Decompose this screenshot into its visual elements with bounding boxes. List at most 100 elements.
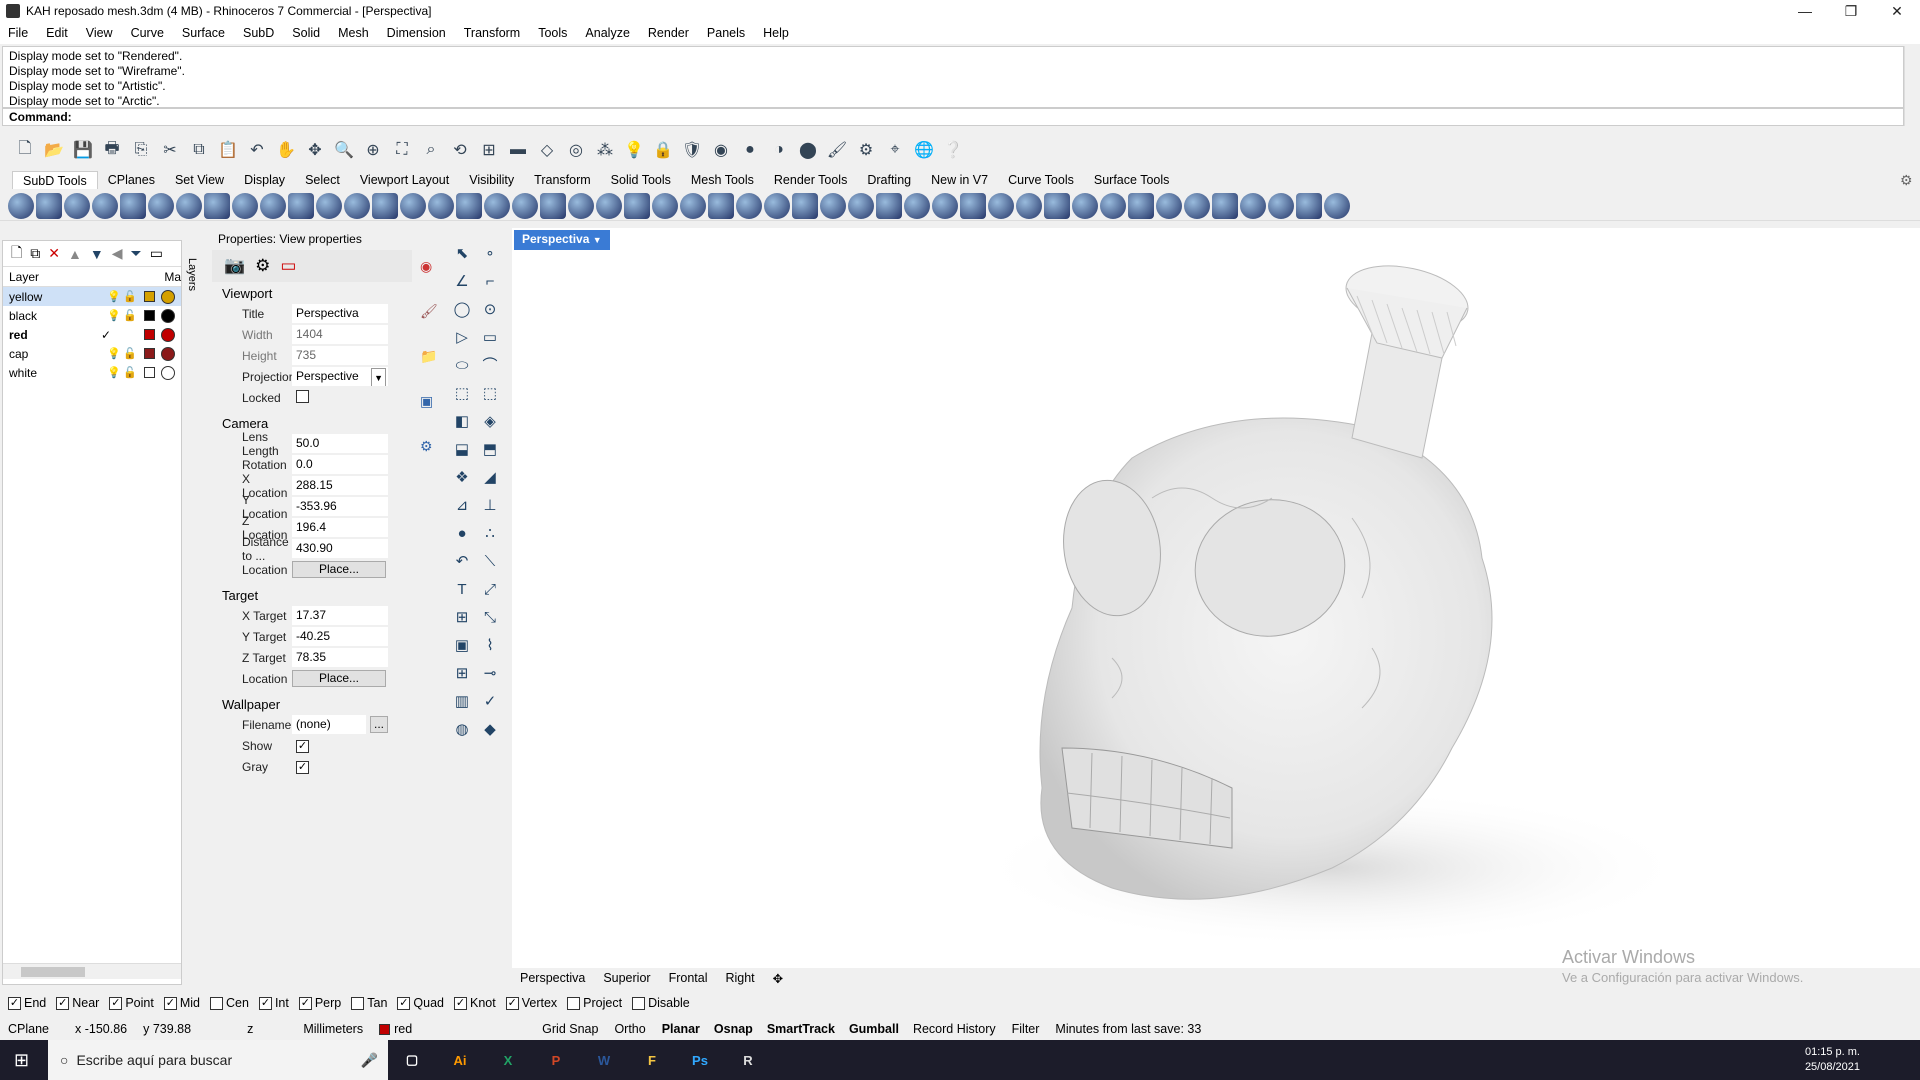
undo-view-icon[interactable]: ⟲ xyxy=(447,137,473,163)
osnap-option[interactable]: Disable xyxy=(632,996,690,1010)
units-label[interactable]: Millimeters xyxy=(303,1022,363,1036)
tool-icon[interactable]: ◈ xyxy=(478,410,502,434)
tool-icon[interactable]: ⤡ xyxy=(478,606,502,630)
toolbar-tab[interactable]: Solid Tools xyxy=(601,171,681,189)
menu-item[interactable]: Solid xyxy=(292,26,320,40)
subd-tool-icon[interactable] xyxy=(120,192,146,219)
osnap-option[interactable]: ✓ Near xyxy=(56,996,99,1010)
open-file-icon[interactable]: 📂 xyxy=(41,137,67,163)
taskbar-app-icon[interactable]: R xyxy=(724,1040,772,1080)
osnap-checkbox[interactable] xyxy=(351,996,365,1010)
subd-tool-icon[interactable] xyxy=(428,192,454,219)
osnap-checkbox[interactable] xyxy=(567,996,581,1010)
subd-tool-icon[interactable] xyxy=(64,192,90,219)
tool-icon[interactable]: ◧ xyxy=(450,410,474,434)
material-icon[interactable]: 🛡 xyxy=(679,137,705,163)
layer-material-swatch[interactable] xyxy=(161,327,175,342)
subd-tool-icon[interactable] xyxy=(708,192,734,219)
tool-icon[interactable]: ⤢ xyxy=(478,578,502,602)
tool-icon[interactable]: ✓ xyxy=(478,690,502,714)
subd-tool-icon[interactable] xyxy=(344,192,370,219)
lens-field[interactable]: 50.0 xyxy=(292,434,388,453)
subd-tool-icon[interactable] xyxy=(736,192,762,219)
osnap-checkbox[interactable]: ✓ xyxy=(298,996,312,1010)
subd-tool-icon[interactable] xyxy=(932,192,958,219)
tool-icon[interactable]: ⊞ xyxy=(450,662,474,686)
subd-tool-icon[interactable] xyxy=(1044,192,1070,219)
cplane-label[interactable]: CPlane xyxy=(8,1022,49,1036)
subd-tool-icon[interactable] xyxy=(92,192,118,219)
restore-button[interactable]: ❐ xyxy=(1828,3,1874,20)
rotation-field[interactable]: 0.0 xyxy=(292,455,388,474)
taskbar-app-icon[interactable]: Ps xyxy=(676,1040,724,1080)
toolbar-tab[interactable]: Set View xyxy=(165,171,234,189)
settings-gear-icon[interactable]: ⚙ xyxy=(1900,172,1913,189)
visibility-bulb-icon[interactable]: 💡 xyxy=(107,290,121,303)
viewport-props-icon[interactable]: ▭ xyxy=(280,256,296,276)
subd-tool-icon[interactable] xyxy=(1324,192,1350,219)
menu-item[interactable]: Analyze xyxy=(585,26,629,40)
tool-icon[interactable]: ❖ xyxy=(450,466,474,490)
layers-hscrollbar[interactable] xyxy=(3,963,181,979)
toolbar-tab[interactable]: New in V7 xyxy=(921,171,998,189)
tool-icon[interactable]: ◢ xyxy=(478,466,502,490)
taskbar-app-icon[interactable]: Ai xyxy=(436,1040,484,1080)
subd-tool-icon[interactable] xyxy=(36,192,62,219)
zoom-selected-icon[interactable]: ⌕ xyxy=(418,137,444,163)
camera-icon[interactable]: 📷 xyxy=(224,256,245,276)
toolbar-tab[interactable]: Drafting xyxy=(857,171,921,189)
toolbar-tab[interactable]: Render Tools xyxy=(764,171,857,189)
chevron-down-icon[interactable]: ▼ xyxy=(371,368,386,386)
osnap-checkbox[interactable]: ✓ xyxy=(258,996,272,1010)
lock-icon[interactable]: 🔓 xyxy=(123,366,137,379)
light-icon[interactable]: 💡 xyxy=(621,137,647,163)
subd-tool-icon[interactable] xyxy=(792,192,818,219)
menu-item[interactable]: Panels xyxy=(707,26,745,40)
visibility-bulb-icon[interactable]: 💡 xyxy=(107,347,121,360)
help-icon[interactable]: ❔ xyxy=(940,137,966,163)
lock-icon[interactable]: 🔒 xyxy=(650,137,676,163)
filter-toggle[interactable]: Filter xyxy=(1012,1022,1040,1036)
osnap-checkbox[interactable]: ✓ xyxy=(454,996,467,1010)
add-viewport-icon[interactable]: ✥ xyxy=(773,971,783,986)
system-clock[interactable]: 01:15 p. m. 25/08/2021 xyxy=(1805,1045,1860,1075)
target-place-button[interactable]: Place... xyxy=(292,670,386,687)
lock-icon[interactable]: 🔓 xyxy=(123,290,137,303)
minimize-button[interactable]: — xyxy=(1782,3,1828,20)
tool-icon[interactable]: ∘ xyxy=(478,242,502,266)
points-icon[interactable]: ⁂ xyxy=(592,137,618,163)
command-input[interactable]: Command: xyxy=(2,108,1904,126)
tool-icon[interactable]: ∠ xyxy=(450,270,474,294)
tool-icon[interactable]: ▭ xyxy=(478,326,502,350)
layer-row[interactable]: cap 💡 🔓 xyxy=(3,344,181,363)
osnap-checkbox[interactable] xyxy=(632,996,646,1010)
set-cplane-icon[interactable]: ◇ xyxy=(534,137,560,163)
cplane-icon[interactable]: ▬ xyxy=(505,137,531,163)
layer-row[interactable]: white 💡 🔓 xyxy=(3,363,181,382)
layer-row[interactable]: yellow 💡 🔓 xyxy=(3,287,181,306)
menu-item[interactable]: Mesh xyxy=(338,26,369,40)
subd-tool-icon[interactable] xyxy=(288,192,314,219)
tool-icon[interactable]: ⊸ xyxy=(478,662,502,686)
y-target-field[interactable]: -40.25 xyxy=(292,627,388,646)
lock-icon[interactable]: 🔓 xyxy=(123,309,137,322)
display-icon[interactable]: ▣ xyxy=(420,393,443,410)
locked-checkbox[interactable] xyxy=(296,389,309,403)
lock-icon[interactable]: 🔓 xyxy=(123,347,137,360)
layers-side-tab[interactable]: Layers xyxy=(183,240,203,980)
tool-icon[interactable]: ⊥ xyxy=(478,494,502,518)
camera-place-button[interactable]: Place... xyxy=(292,561,386,578)
ortho-toggle[interactable]: Ortho xyxy=(614,1022,645,1036)
taskbar-search[interactable]: ○ Escribe aquí para buscar 🎤 xyxy=(48,1040,388,1080)
subd-tool-icon[interactable] xyxy=(848,192,874,219)
color-wheel-icon[interactable]: ◉ xyxy=(708,137,734,163)
layer-column-header[interactable]: Layer xyxy=(9,270,164,284)
delete-layer-icon[interactable]: ✕ xyxy=(48,245,60,262)
four-views-icon[interactable]: ⊞ xyxy=(476,137,502,163)
layer-row[interactable]: red ✓ xyxy=(3,325,181,344)
toolbar-tab[interactable]: Select xyxy=(295,171,350,189)
scroll-thumb[interactable] xyxy=(21,967,85,977)
viewport-tab[interactable]: Superior xyxy=(603,971,650,985)
globe-icon[interactable]: 🌐 xyxy=(911,137,937,163)
projection-select[interactable]: Perspective ▼ xyxy=(292,367,388,386)
